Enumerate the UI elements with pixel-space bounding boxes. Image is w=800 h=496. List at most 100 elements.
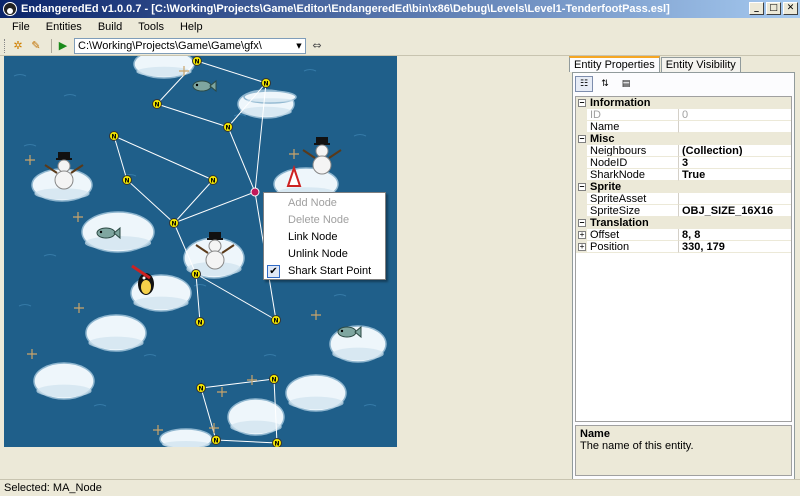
path-node[interactable]: N [211, 435, 221, 445]
path-node[interactable]: N [261, 78, 271, 88]
property-value: 0 [679, 109, 791, 121]
toolbar-grip[interactable] [4, 38, 7, 53]
property-value[interactable] [679, 193, 791, 205]
checkmark-icon: ✔ [267, 265, 280, 278]
ctx-shark-start-label: Shark Start Point [288, 265, 372, 277]
property-value[interactable]: True [679, 169, 791, 181]
collapse-icon[interactable]: − [578, 183, 586, 191]
category-translation[interactable]: − Translation [576, 217, 791, 229]
property-row-spriteasset[interactable]: SpriteAsset [576, 193, 791, 205]
node-label: N [194, 59, 199, 66]
path-node[interactable]: N [208, 175, 218, 185]
menu-bar: File Entities Build Tools Help [0, 18, 800, 36]
property-row-sharknode[interactable]: SharkNode True [576, 169, 791, 181]
node-label: N [154, 102, 159, 109]
property-name: SpriteSize [587, 205, 679, 217]
ctx-shark-start-point[interactable]: ✔ Shark Start Point [264, 263, 385, 280]
node-label: N [273, 318, 278, 325]
selected-node[interactable] [250, 187, 260, 197]
sort-alphabetical-icon[interactable]: ⇅ [596, 76, 614, 92]
category-label: Information [590, 97, 651, 109]
node-label: N [271, 377, 276, 384]
app-penguin-icon [3, 2, 17, 16]
categorized-icon[interactable]: ☷ [575, 76, 593, 92]
ctx-unlink-node[interactable]: Unlink Node [264, 246, 385, 263]
ctx-unlink-node-label: Unlink Node [288, 248, 348, 260]
property-row-offset[interactable]: + Offset 8, 8 [576, 229, 791, 241]
node-label: N [198, 386, 203, 393]
path-node[interactable]: N [122, 175, 132, 185]
category-misc[interactable]: − Misc [576, 133, 791, 145]
path-node[interactable]: N [223, 122, 233, 132]
category-sprite[interactable]: − Sprite [576, 181, 791, 193]
ice-floe-shadow [34, 188, 90, 200]
menu-entities[interactable]: Entities [38, 18, 90, 36]
property-row-id[interactable]: ID 0 [576, 109, 791, 121]
category-information[interactable]: − Information [576, 97, 791, 109]
menu-tools[interactable]: Tools [130, 18, 172, 36]
path-node[interactable]: N [272, 438, 282, 448]
property-value[interactable]: (Collection) [679, 145, 791, 157]
asset-path-combo[interactable]: C:\Working\Projects\Game\Game\gfx\ ▼ [74, 37, 306, 54]
path-node[interactable]: N [196, 383, 206, 393]
node-label: N [197, 320, 202, 327]
path-node[interactable]: N [169, 218, 179, 228]
property-name: ID [587, 109, 679, 121]
property-value[interactable] [679, 121, 791, 133]
ctx-delete-node[interactable]: Delete Node [264, 212, 385, 229]
toolbar-separator [51, 38, 52, 53]
ice-floe-shadow [288, 396, 344, 410]
ice-floe-shadow [133, 296, 189, 310]
category-label: Sprite [590, 181, 622, 193]
ctx-link-node[interactable]: Link Node [264, 229, 385, 246]
property-value[interactable]: 330, 179 [679, 241, 791, 253]
property-name: Position [587, 241, 679, 253]
collapse-icon[interactable]: − [578, 135, 586, 143]
ctx-add-node[interactable]: Add Node [264, 195, 385, 212]
maximize-button[interactable]: □ [766, 2, 781, 15]
property-grid: − Information ID 0 Name − Misc Neighbours (C… [575, 96, 792, 422]
status-text: Selected: MA_Node [4, 482, 102, 494]
collapse-icon[interactable]: − [578, 99, 586, 107]
link-icon[interactable]: ⇔ [310, 39, 324, 53]
property-row-spritesize[interactable]: SpriteSize OBJ_SIZE_16X16 [576, 205, 791, 217]
node-label: N [274, 441, 279, 448]
path-node[interactable]: N [191, 269, 201, 279]
property-name: Offset [587, 229, 679, 241]
chevron-down-icon[interactable]: ▼ [294, 40, 304, 52]
property-row-position[interactable]: + Position 330, 179 [576, 241, 791, 253]
close-button[interactable]: ✕ [783, 2, 798, 15]
path-node[interactable]: N [195, 317, 205, 327]
node-context-menu: Add Node Delete Node Link Node Unlink No… [263, 192, 386, 280]
property-value[interactable]: OBJ_SIZE_16X16 [679, 205, 791, 217]
new-entity-icon[interactable]: ✲ [11, 39, 25, 53]
path-node[interactable]: N [271, 315, 281, 325]
property-value[interactable]: 8, 8 [679, 229, 791, 241]
property-row-neighbours[interactable]: Neighbours (Collection) [576, 145, 791, 157]
expand-icon[interactable]: + [578, 243, 586, 251]
path-node[interactable]: N [152, 99, 162, 109]
expand-icon[interactable]: + [578, 231, 586, 239]
asset-path-value: C:\Working\Projects\Game\Game\gfx\ [78, 39, 262, 52]
tab-entity-properties[interactable]: Entity Properties [569, 56, 660, 72]
property-grid-frame: ☷ ⇅ ▤ − Information ID 0 Name − Misc Neighb… [572, 72, 795, 480]
property-row-name[interactable]: Name [576, 121, 791, 133]
menu-build[interactable]: Build [90, 18, 130, 36]
menu-file[interactable]: File [4, 18, 38, 36]
window-title: EndangeredEd v1.0.0.7 - [C:\Working\Proj… [21, 3, 670, 15]
path-node[interactable]: N [192, 56, 202, 66]
menu-help[interactable]: Help [172, 18, 211, 36]
category-label: Misc [590, 133, 615, 145]
property-pages-icon[interactable]: ▤ [617, 76, 635, 92]
path-node[interactable]: N [269, 374, 279, 384]
minimize-button[interactable]: _ [749, 2, 764, 15]
collapse-icon[interactable]: − [578, 219, 586, 227]
property-row-nodeid[interactable]: NodeID 3 [576, 157, 791, 169]
node-label: N [171, 221, 176, 228]
path-node[interactable]: N [109, 131, 119, 141]
tab-entity-visibility[interactable]: Entity Visibility [660, 57, 741, 72]
run-icon[interactable]: ▶ [56, 39, 70, 53]
property-value[interactable]: 3 [679, 157, 791, 169]
status-bar: Selected: MA_Node [0, 479, 800, 496]
pencil-icon[interactable]: ✎ [29, 39, 43, 53]
